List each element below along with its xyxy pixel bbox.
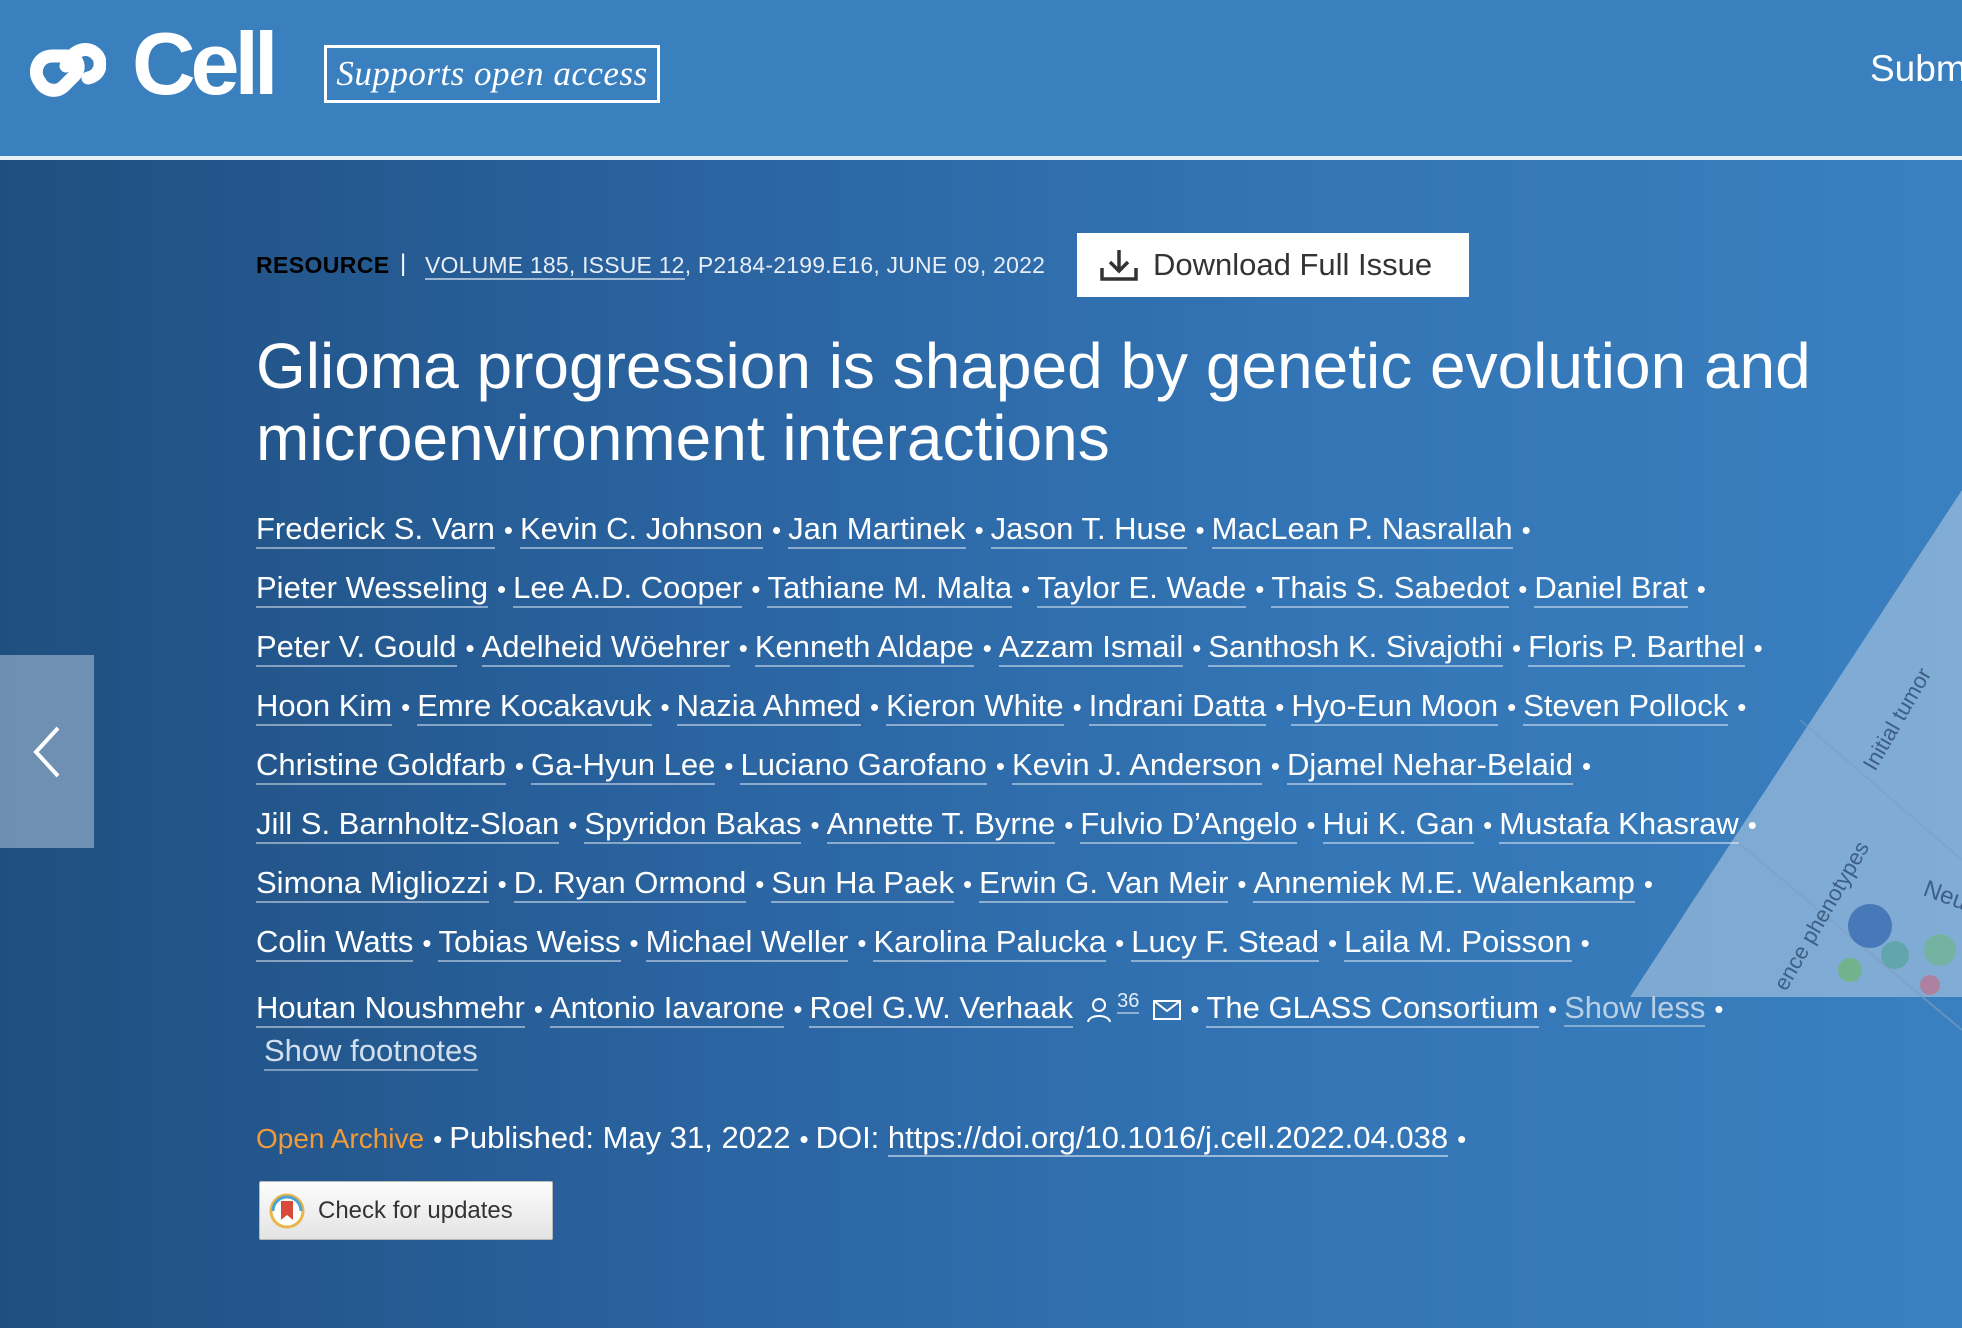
abstract-label-neu: Neu (1920, 875, 1962, 915)
author-link[interactable]: Kevin C. Johnson (520, 511, 763, 549)
article-type: RESOURCE (256, 252, 390, 278)
author-link[interactable]: Azzam Ismail (998, 629, 1184, 667)
author-link[interactable]: Emre Kocakavuk (417, 688, 652, 726)
site-header: Cell Supports open access Subm (0, 0, 1962, 160)
author-link[interactable]: Steven Pollock (1523, 688, 1729, 726)
author-link[interactable]: Thais S. Sabedot (1271, 570, 1510, 608)
author-list: Frederick S. Varn • Kevin C. Johnson • Jan M… (256, 500, 1876, 1038)
download-icon (1100, 250, 1138, 281)
author-link[interactable]: Taylor E. Wade (1037, 570, 1247, 608)
author-link[interactable]: Laila M. Poisson (1344, 924, 1572, 962)
open-archive-label: Open Archive (256, 1123, 425, 1154)
author-link[interactable]: Jan Martinek (788, 511, 966, 549)
author-link[interactable]: Spyridon Bakas (584, 806, 802, 844)
author-link[interactable]: Hyo-Eun Moon (1291, 688, 1499, 726)
published-date: Published: May 31, 2022 (449, 1120, 791, 1155)
author-link[interactable]: Annette T. Byrne (826, 806, 1056, 844)
article-title: Glioma progression is shaped by genetic … (256, 330, 1876, 474)
author-link[interactable]: Sun Ha Paek (771, 865, 955, 903)
author-link[interactable]: Djamel Nehar-Belaid (1287, 747, 1574, 785)
author-link[interactable]: Frederick S. Varn (256, 511, 495, 549)
author-link[interactable]: Karolina Palucka (873, 924, 1107, 962)
author-link[interactable]: Hoon Kim (256, 688, 393, 726)
author-link[interactable]: Indrani Datta (1088, 688, 1267, 726)
article-hero: Initial tumor ence phenotypes Neu RESOUR… (0, 160, 1962, 1328)
author-link[interactable]: Christine Goldfarb (256, 747, 506, 785)
author-link[interactable]: Simona Migliozzi (256, 865, 489, 903)
open-access-badge[interactable]: Supports open access (324, 45, 660, 103)
author-link[interactable]: Colin Watts (256, 924, 414, 962)
meta-separator: | (400, 250, 407, 277)
check-for-updates-button[interactable]: Check for updates (259, 1181, 553, 1240)
author-link[interactable]: Michael Weller (645, 924, 849, 962)
previous-article-button[interactable] (0, 655, 94, 848)
author-link[interactable]: Peter V. Gould (256, 629, 457, 667)
doi-prefix: DOI: (815, 1120, 880, 1155)
title-line-2: microenvironment interactions (256, 402, 1110, 474)
mail-icon[interactable] (1153, 1000, 1182, 1021)
show-footnotes-link[interactable]: Show footnotes (264, 1033, 478, 1071)
pages-date: , P2184-2199.E16, JUNE 09, 2022 (684, 252, 1046, 278)
author-link[interactable]: Annemiek M.E. Walenkamp (1253, 865, 1635, 903)
publication-info: Open Archive • Published: May 31, 2022 • DOI… (256, 1120, 1467, 1157)
author-link[interactable]: Adelheid Wöehrer (481, 629, 730, 667)
cell-logo-text[interactable]: Cell (132, 20, 278, 108)
author-link[interactable]: Kenneth Aldape (754, 629, 974, 667)
author-link[interactable]: Houtan Noushmehr (256, 990, 525, 1029)
author-link[interactable]: Daniel Brat (1534, 570, 1688, 608)
author-link[interactable]: Tathiane M. Malta (767, 570, 1013, 608)
author-link[interactable]: Jill S. Barnholtz-Sloan (256, 806, 560, 844)
author-link[interactable]: Luciano Garofano (740, 747, 987, 785)
author-link[interactable]: Tobias Weiss (438, 924, 621, 962)
author-link[interactable]: Jason T. Huse (990, 511, 1187, 549)
author-link[interactable]: Santhosh K. Sivajothi (1208, 629, 1504, 667)
author-link[interactable]: Erwin G. Van Meir (979, 865, 1229, 903)
corresponding-author-link[interactable]: Roel G.W. Verhaak (809, 990, 1074, 1029)
author-link[interactable]: D. Ryan Ormond (513, 865, 747, 903)
author-link[interactable]: Mustafa Khasraw (1499, 806, 1739, 844)
volume-issue-link[interactable]: VOLUME 185, ISSUE 12 (425, 252, 685, 280)
author-link[interactable]: Kevin J. Anderson (1012, 747, 1262, 785)
author-link[interactable]: Floris P. Barthel (1528, 629, 1745, 667)
cell-logo-icon[interactable] (30, 34, 106, 108)
citation-info: VOLUME 185, ISSUE 12, P2184-2199.E16, JU… (425, 252, 1046, 280)
author-link[interactable]: Nazia Ahmed (676, 688, 862, 726)
download-full-issue-label: Download Full Issue (1153, 247, 1433, 282)
chevron-left-icon (33, 726, 60, 777)
author-link[interactable]: Fulvio D’Angelo (1080, 806, 1298, 844)
author-link[interactable]: MacLean P. Nasrallah (1211, 511, 1513, 549)
author-link[interactable]: Kieron White (886, 688, 1064, 726)
show-less-link[interactable]: Show less (1564, 990, 1706, 1028)
author-link[interactable]: Pieter Wesseling (256, 570, 489, 608)
author-link[interactable]: Antonio Iavarone (549, 990, 785, 1029)
author-link[interactable]: Ga-Hyun Lee (530, 747, 716, 785)
check-for-updates-label: Check for updates (318, 1196, 513, 1224)
author-link[interactable]: Lucy F. Stead (1131, 924, 1320, 962)
author-link[interactable]: Lee A.D. Cooper (513, 570, 743, 608)
title-line-1: Glioma progression is shaped by genetic … (256, 330, 1811, 402)
author-link[interactable]: Hui K. Gan (1322, 806, 1475, 844)
nav-submit-link[interactable]: Subm (1870, 48, 1962, 90)
consortium-link[interactable]: The GLASS Consortium (1206, 990, 1539, 1029)
crossmark-icon (269, 1193, 305, 1228)
person-icon[interactable] (1087, 997, 1112, 1023)
affiliation-superscript[interactable]: 36 (1117, 990, 1140, 1014)
download-full-issue-button[interactable]: Download Full Issue (1077, 233, 1469, 297)
doi-link[interactable]: https://doi.org/10.1016/j.cell.2022.04.0… (887, 1120, 1449, 1157)
